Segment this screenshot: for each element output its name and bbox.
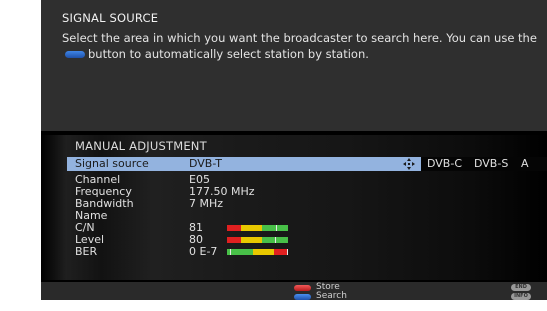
search-label: Search — [316, 291, 347, 301]
meter-marker — [276, 225, 277, 231]
row-ber: BER 0 E-7 — [67, 246, 547, 258]
row-value: DVB-T — [189, 157, 223, 170]
row-signal-source[interactable]: Signal source DVB-T DVB-C DVB-S A — [67, 157, 547, 171]
row-channel[interactable]: Channel E05 — [67, 174, 547, 186]
help-text: Select the area in which you want the br… — [62, 30, 544, 62]
meter-red-segment — [227, 237, 241, 243]
info-button[interactable]: INFO — [511, 293, 531, 300]
ber-meter — [227, 249, 288, 255]
signal-source-options: DVB-C DVB-S A — [421, 157, 547, 171]
screen: SIGNAL SOURCE Select the area in which y… — [0, 0, 547, 311]
option-dvb-c[interactable]: DVB-C — [427, 157, 462, 171]
row-cn: C/N 81 — [67, 222, 547, 234]
navigation-cross-icon — [403, 158, 415, 170]
cn-meter — [227, 225, 288, 231]
bottom-key-bar: Store Search END INFO — [41, 282, 547, 300]
meter-red-segment — [227, 225, 241, 231]
blue-key-icon[interactable] — [294, 294, 311, 300]
row-value: 7 MHz — [189, 197, 224, 210]
meter-green-segment — [262, 225, 288, 231]
meter-end-cap — [287, 249, 288, 255]
manual-adjustment-panel: MANUAL ADJUSTMENT Signal source DVB-T DV… — [41, 135, 547, 280]
help-title: SIGNAL SOURCE — [62, 11, 159, 25]
row-label: BER — [75, 245, 98, 258]
row-frequency[interactable]: Frequency 177.50 MHz — [67, 186, 547, 198]
level-meter — [227, 237, 288, 243]
meter-yellow-segment — [253, 249, 274, 255]
row-value: 0 E-7 — [189, 245, 218, 258]
red-key-icon[interactable] — [294, 285, 311, 291]
help-panel: SIGNAL SOURCE Select the area in which y… — [41, 0, 547, 131]
meter-marker — [230, 249, 231, 255]
menu-title: MANUAL ADJUSTMENT — [75, 139, 207, 153]
option-analog[interactable]: A — [521, 157, 529, 171]
help-text-part-2: button to automatically select station b… — [88, 47, 369, 61]
help-text-part-1: Select the area in which you want the br… — [62, 31, 537, 45]
option-dvb-s[interactable]: DVB-S — [474, 157, 508, 171]
meter-yellow-segment — [241, 225, 262, 231]
meter-red-segment — [274, 249, 288, 255]
tv-menu-screen: SIGNAL SOURCE Select the area in which y… — [41, 0, 547, 300]
end-button[interactable]: END — [511, 284, 531, 291]
row-label: Signal source — [75, 157, 149, 170]
blue-pill-icon — [65, 51, 85, 58]
row-level: Level 80 — [67, 234, 547, 246]
row-bandwidth[interactable]: Bandwidth 7 MHz — [67, 198, 547, 210]
row-name[interactable]: Name — [67, 210, 547, 222]
meter-marker — [275, 237, 276, 243]
meter-yellow-segment — [241, 237, 262, 243]
